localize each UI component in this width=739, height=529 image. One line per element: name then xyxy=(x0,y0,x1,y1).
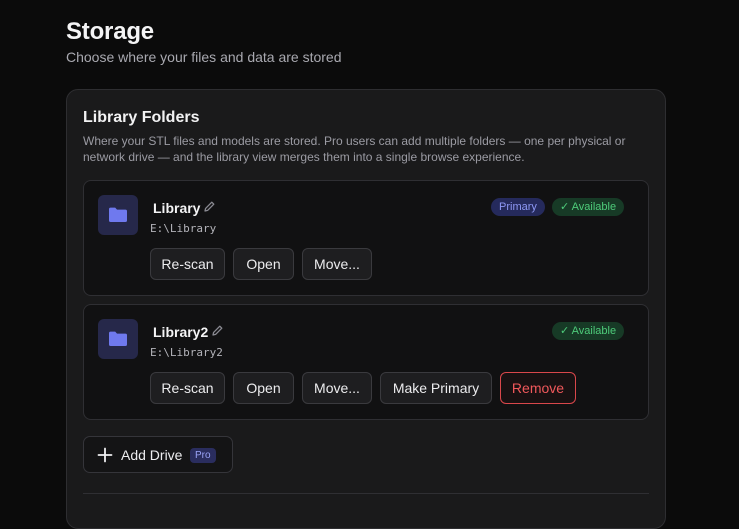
library-folders-panel: Library Folders Where your STL files and… xyxy=(66,89,666,529)
drive-name: Library xyxy=(153,200,201,216)
folder-icon xyxy=(98,195,138,235)
make-primary-button[interactable]: Make Primary xyxy=(380,372,492,404)
pro-badge: Pro xyxy=(190,448,216,463)
open-button[interactable]: Open xyxy=(233,372,294,404)
add-drive-button[interactable]: Add Drive Pro xyxy=(83,436,233,473)
pencil-icon[interactable] xyxy=(203,200,216,213)
rescan-button[interactable]: Re-scan xyxy=(150,372,225,404)
drive-card-library: Library E:\Library Primary ✓ Available R… xyxy=(83,180,649,296)
drive-card-library2: Library2 E:\Library2 ✓ Available Re-scan… xyxy=(83,304,649,420)
divider xyxy=(83,493,649,494)
plus-icon xyxy=(97,447,113,466)
open-button[interactable]: Open xyxy=(233,248,294,280)
move-button[interactable]: Move... xyxy=(302,248,372,280)
page-title: Storage xyxy=(66,18,154,45)
page-header: Storage Choose where your files and data… xyxy=(66,18,666,66)
primary-badge: Primary xyxy=(491,198,545,216)
folder-icon xyxy=(98,319,138,359)
add-drive-label: Add Drive xyxy=(121,447,183,463)
move-button[interactable]: Move... xyxy=(302,372,372,404)
drive-name: Library2 xyxy=(153,324,209,340)
rescan-button[interactable]: Re-scan xyxy=(150,248,225,280)
panel-description: Where your STL files and models are stor… xyxy=(83,134,626,164)
drive-path: E:\Library2 xyxy=(150,346,223,359)
remove-button[interactable]: Remove xyxy=(500,372,576,404)
page-subtitle: Choose where your files and data are sto… xyxy=(66,49,342,65)
status-badge: ✓ Available xyxy=(552,322,625,340)
drive-path: E:\Library xyxy=(150,222,217,235)
pencil-icon[interactable] xyxy=(211,324,224,337)
panel-title: Library Folders xyxy=(83,109,200,126)
status-badge: ✓ Available xyxy=(552,198,625,216)
